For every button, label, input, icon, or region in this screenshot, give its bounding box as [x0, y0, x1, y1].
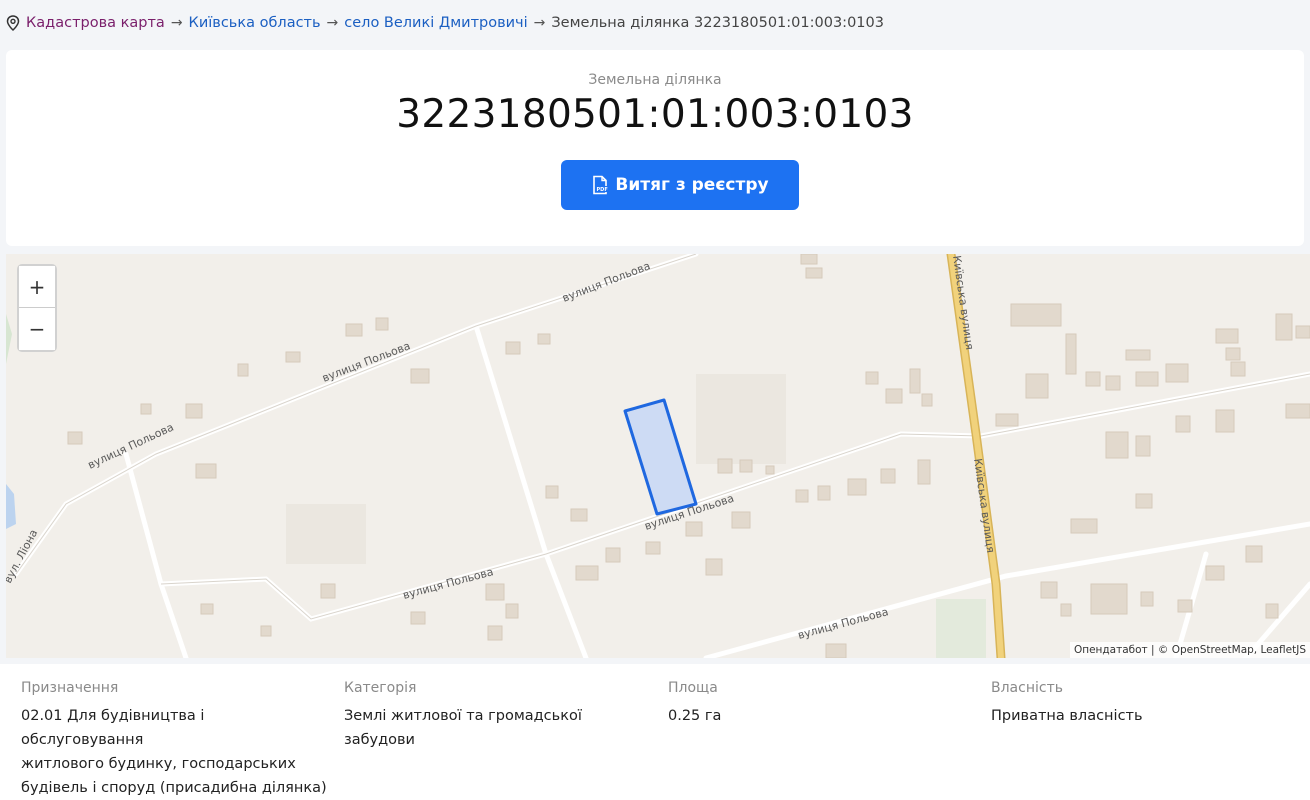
ownership-label: Власність [991, 680, 1063, 696]
ownership-column: Власність Приватна власність [991, 680, 1291, 728]
svg-text:PDF: PDF [597, 187, 608, 193]
map-attribution[interactable]: Опендатабот | © OpenStreetMap, LeafletJS [1069, 642, 1310, 658]
area-column: Площа 0.25 га [668, 680, 968, 728]
pdf-file-icon: PDF [593, 175, 609, 195]
registry-extract-label: Витяг з реєстру [615, 175, 769, 195]
zoom-out-button[interactable]: − [19, 308, 55, 350]
breadcrumb-separator: → [326, 15, 339, 31]
breadcrumb-link-region[interactable]: Київська область [189, 15, 321, 31]
purpose-label: Призначення [21, 680, 119, 696]
breadcrumb-separator: → [533, 15, 546, 31]
purpose-line: 02.01 Для будівництва і обслуговування [21, 708, 205, 748]
page-title: 3223180501:01:003:0103 [396, 92, 914, 137]
category-value: Землі житлової та громадської забудови [344, 708, 582, 748]
breadcrumb-separator: → [170, 15, 183, 31]
location-pin-icon [6, 15, 20, 31]
category-column: Категорія Землі житлової та громадської … [344, 680, 654, 752]
parcel-details: Призначення 02.01 Для будівництва і обсл… [0, 664, 1310, 800]
parcel-header-card: Земельна ділянка 3223180501:01:003:0103 … [6, 50, 1304, 246]
registry-extract-button[interactable]: PDF Витяг з реєстру [561, 160, 799, 210]
zoom-control: + − [17, 264, 57, 352]
map-tiles: вулиця Польова вулиця Польова вулиця Пол… [6, 254, 1310, 658]
purpose-line: житлового будинку, господарських [21, 756, 296, 772]
category-label: Категорія [344, 680, 417, 696]
purpose-value: 02.01 Для будівництва і обслуговування ж… [21, 704, 331, 800]
purpose-column: Призначення 02.01 Для будівництва і обсл… [21, 680, 331, 800]
area-label: Площа [668, 680, 718, 696]
breadcrumb-link-cadastral-map[interactable]: Кадастрова карта [26, 15, 165, 31]
purpose-line: будівель і споруд (присадибна ділянка) [21, 780, 327, 796]
breadcrumb-link-village[interactable]: село Великі Дмитровичі [344, 15, 527, 31]
map-view[interactable]: вулиця Польова вулиця Польова вулиця Пол… [6, 254, 1310, 658]
ownership-value: Приватна власність [991, 708, 1143, 724]
breadcrumb: Кадастрова карта → Київська область → се… [6, 8, 884, 38]
breadcrumb-current: Земельна ділянка 3223180501:01:003:0103 [551, 15, 884, 31]
zoom-in-button[interactable]: + [19, 266, 55, 308]
area-value: 0.25 га [668, 708, 722, 724]
page-subtitle: Земельна ділянка [588, 72, 722, 88]
